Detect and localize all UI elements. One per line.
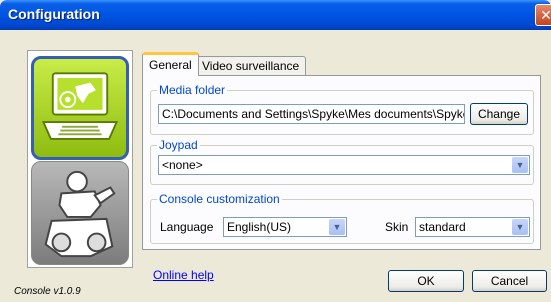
change-button[interactable]: Change	[470, 103, 528, 125]
cancel-button[interactable]: Cancel	[472, 270, 547, 292]
language-value: English(US)	[227, 220, 292, 234]
tab-general[interactable]: General	[142, 52, 199, 76]
title-bar[interactable]: Configuration ✕	[0, 0, 551, 30]
joypad-select[interactable]: <none> ▼	[158, 155, 530, 175]
chevron-down-icon[interactable]: ▼	[329, 219, 345, 235]
grey-robot-tile[interactable]	[31, 161, 129, 265]
joypad-title: Joypad	[157, 138, 200, 152]
language-select[interactable]: English(US) ▼	[223, 217, 347, 237]
skin-select[interactable]: standard ▼	[415, 217, 530, 237]
green-robot-tile[interactable]	[31, 56, 129, 160]
skin-value: standard	[419, 220, 466, 234]
close-icon: ✕	[540, 7, 551, 23]
chevron-down-icon[interactable]: ▼	[512, 157, 528, 173]
close-button[interactable]: ✕	[535, 4, 551, 26]
language-label: Language	[160, 220, 214, 234]
robot-laptop-icon	[41, 72, 119, 140]
chevron-down-icon[interactable]: ▼	[512, 219, 528, 235]
online-help-link[interactable]: Online help	[153, 268, 214, 282]
console-customization-title: Console customization	[157, 192, 282, 206]
joypad-value: <none>	[162, 158, 203, 172]
tab-video-surveillance[interactable]: Video surveillance	[195, 56, 307, 76]
ok-button[interactable]: OK	[388, 270, 464, 292]
media-folder-title: Media folder	[157, 83, 228, 97]
window-title: Configuration	[8, 6, 100, 22]
media-folder-path-field[interactable]: C:\Documents and Settings\Spyke\Mes docu…	[158, 104, 465, 124]
version-label: Console v1.0.9	[14, 286, 81, 297]
robot-icon	[44, 170, 116, 258]
image-panel	[27, 50, 133, 268]
skin-label: Skin	[385, 220, 409, 234]
